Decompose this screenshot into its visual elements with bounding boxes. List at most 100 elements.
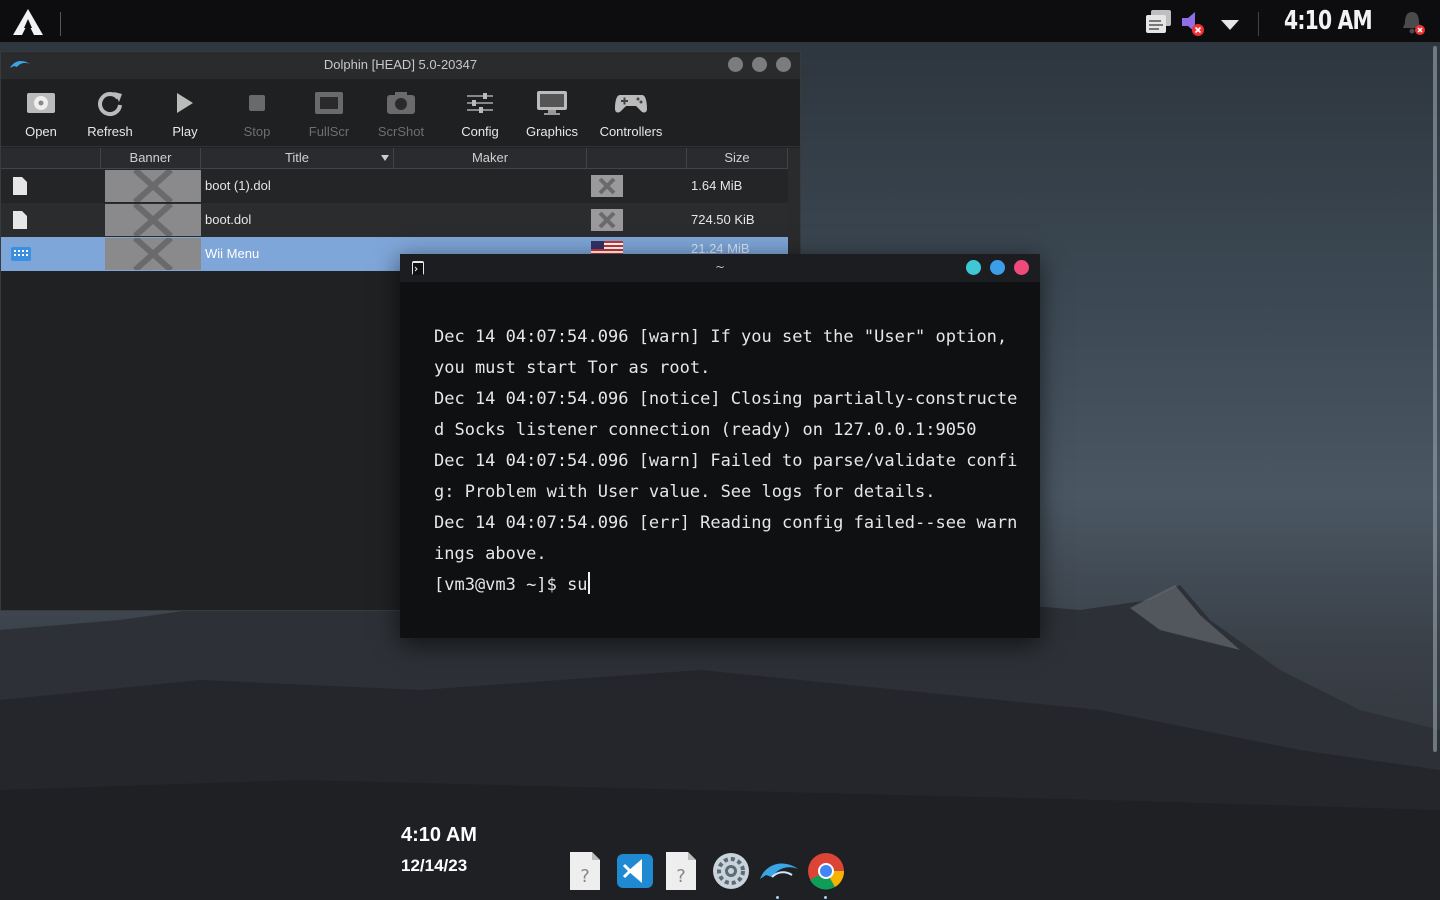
- close-button[interactable]: [776, 57, 791, 72]
- minimize-button[interactable]: [966, 260, 981, 275]
- unknown-file-icon[interactable]: ?: [568, 851, 606, 891]
- divider: [60, 12, 61, 36]
- game-title: boot.dol: [205, 212, 252, 227]
- settings-gear-icon[interactable]: [712, 851, 750, 891]
- unknown-file-icon[interactable]: ?: [664, 851, 702, 891]
- stop-icon: [249, 95, 265, 111]
- game-banner: [105, 201, 201, 239]
- shell-prompt: [vm3@vm3 ~]$: [434, 575, 568, 595]
- column-maker[interactable]: Maker: [394, 148, 587, 168]
- dock: ? ?: [560, 846, 850, 900]
- terminal-line: Dec 14 04:07:54.096 [notice] Closing par…: [434, 389, 1018, 409]
- camera-icon: [387, 92, 415, 114]
- maximize-button[interactable]: [990, 260, 1005, 275]
- unknown-region-icon: [591, 209, 623, 231]
- play-label: Play: [172, 124, 198, 139]
- svg-text:?: ?: [676, 866, 686, 887]
- refresh-button[interactable]: Refresh: [78, 88, 142, 139]
- play-button[interactable]: Play: [153, 88, 217, 139]
- game-size: 1.64 MiB: [691, 178, 743, 193]
- controllers-button[interactable]: Controllers: [599, 88, 663, 139]
- usa-flag-icon: [591, 241, 623, 255]
- column-banner[interactable]: Banner: [101, 148, 201, 168]
- minimize-button[interactable]: [728, 57, 743, 72]
- screenshot-label: ScrShot: [377, 124, 425, 139]
- file-icon: [13, 211, 27, 229]
- column-size[interactable]: Size: [687, 148, 788, 168]
- divider: [1258, 12, 1259, 36]
- clipboard-icon[interactable]: [1145, 9, 1173, 39]
- terminal-line: Dec 14 04:07:54.096 [warn] If you set th…: [434, 327, 1008, 347]
- stop-label: Stop: [243, 124, 271, 139]
- refresh-label: Refresh: [87, 124, 133, 139]
- column-title-label: Title: [284, 150, 310, 165]
- top-panel: 4:10 AM: [0, 0, 1440, 42]
- volume-muted-icon[interactable]: [1180, 9, 1206, 41]
- game-size: 724.50 KiB: [691, 212, 755, 227]
- column-country[interactable]: [587, 148, 687, 168]
- config-icon: [467, 93, 493, 113]
- sort-arrow-icon: [381, 155, 389, 161]
- unknown-region-icon: [591, 175, 623, 197]
- controllers-label: Controllers: [599, 124, 663, 139]
- monitor-icon: [537, 91, 567, 115]
- command-input[interactable]: su: [567, 575, 587, 595]
- terminal-titlebar[interactable]: ~: [400, 254, 1040, 282]
- game-row[interactable]: boot.dol 724.50 KiB: [1, 201, 788, 239]
- screenshot-button[interactable]: ScrShot: [369, 88, 433, 139]
- notification-bell-icon[interactable]: [1400, 9, 1426, 41]
- dolphin-emulator-icon[interactable]: [758, 851, 798, 891]
- config-button[interactable]: Config: [448, 88, 512, 139]
- close-button[interactable]: [1014, 260, 1029, 275]
- file-icon: [13, 177, 27, 195]
- terminal-prompt-line[interactable]: [vm3@vm3 ~]$ su: [434, 570, 1014, 601]
- column-platform[interactable]: [1, 148, 101, 168]
- dropdown-arrow-icon[interactable]: [1220, 16, 1240, 35]
- graphics-button[interactable]: Graphics: [520, 88, 584, 139]
- terminal-line: you must start Tor as root.: [434, 358, 711, 378]
- desktop-edge-scroll: [1433, 46, 1437, 752]
- config-label: Config: [461, 124, 499, 139]
- terminal-window: ~ Dec 14 04:07:54.096 [warn] If you set …: [400, 254, 1040, 638]
- open-label: Open: [25, 124, 57, 139]
- terminal-output[interactable]: Dec 14 04:07:54.096 [warn] If you set th…: [434, 322, 1018, 601]
- terminal-line: Dec 14 04:07:54.096 [err] Reading config…: [434, 513, 1018, 533]
- game-list-header: Banner Title Maker Size: [1, 148, 788, 169]
- running-indicator: [824, 896, 827, 899]
- desktop-clock-time: 4:10 AM: [401, 824, 477, 846]
- running-indicator: [776, 896, 779, 899]
- svg-text:?: ?: [580, 866, 590, 887]
- gamepad-icon: [615, 95, 647, 113]
- column-title[interactable]: Title: [201, 148, 394, 168]
- open-button[interactable]: Open: [9, 88, 73, 139]
- open-icon: [27, 93, 55, 113]
- dolphin-toolbar: Open Refresh Play Stop FullScr ScrShot C…: [1, 80, 800, 147]
- desktop-clock-date: 12/14/23: [401, 856, 468, 875]
- arch-logo-icon[interactable]: [12, 8, 44, 36]
- top-clock[interactable]: 4:10 AM: [1284, 6, 1373, 36]
- dolphin-titlebar[interactable]: Dolphin [HEAD] 5.0-20347: [1, 52, 800, 79]
- play-icon: [177, 93, 193, 113]
- game-banner: [105, 167, 201, 205]
- fullscreen-button[interactable]: FullScr: [297, 88, 361, 139]
- game-title: Wii Menu: [205, 246, 260, 261]
- terminal-line: ings above.: [434, 544, 547, 564]
- game-row[interactable]: boot (1).dol 1.64 MiB: [1, 167, 788, 205]
- terminal-line: g: Problem with User value. See logs for…: [434, 482, 936, 502]
- game-title: boot (1).dol: [205, 178, 271, 193]
- vscode-icon[interactable]: [616, 851, 654, 891]
- stop-button[interactable]: Stop: [225, 88, 289, 139]
- terminal-line: Dec 14 04:07:54.096 [warn] Failed to par…: [434, 451, 1018, 471]
- terminal-line: d Socks listener connection (ready) on 1…: [434, 420, 977, 440]
- refresh-icon: [98, 92, 122, 117]
- fullscreen-label: FullScr: [308, 124, 350, 139]
- graphics-label: Graphics: [525, 124, 579, 139]
- game-banner: [105, 235, 201, 273]
- chrome-icon[interactable]: [806, 851, 845, 891]
- wii-menu-icon: [11, 247, 31, 261]
- fullscreen-icon: [315, 92, 343, 114]
- terminal-title: ~: [714, 260, 726, 274]
- window-title: Dolphin [HEAD] 5.0-20347: [323, 57, 478, 72]
- text-cursor: [587, 572, 590, 594]
- maximize-button[interactable]: [752, 57, 767, 72]
